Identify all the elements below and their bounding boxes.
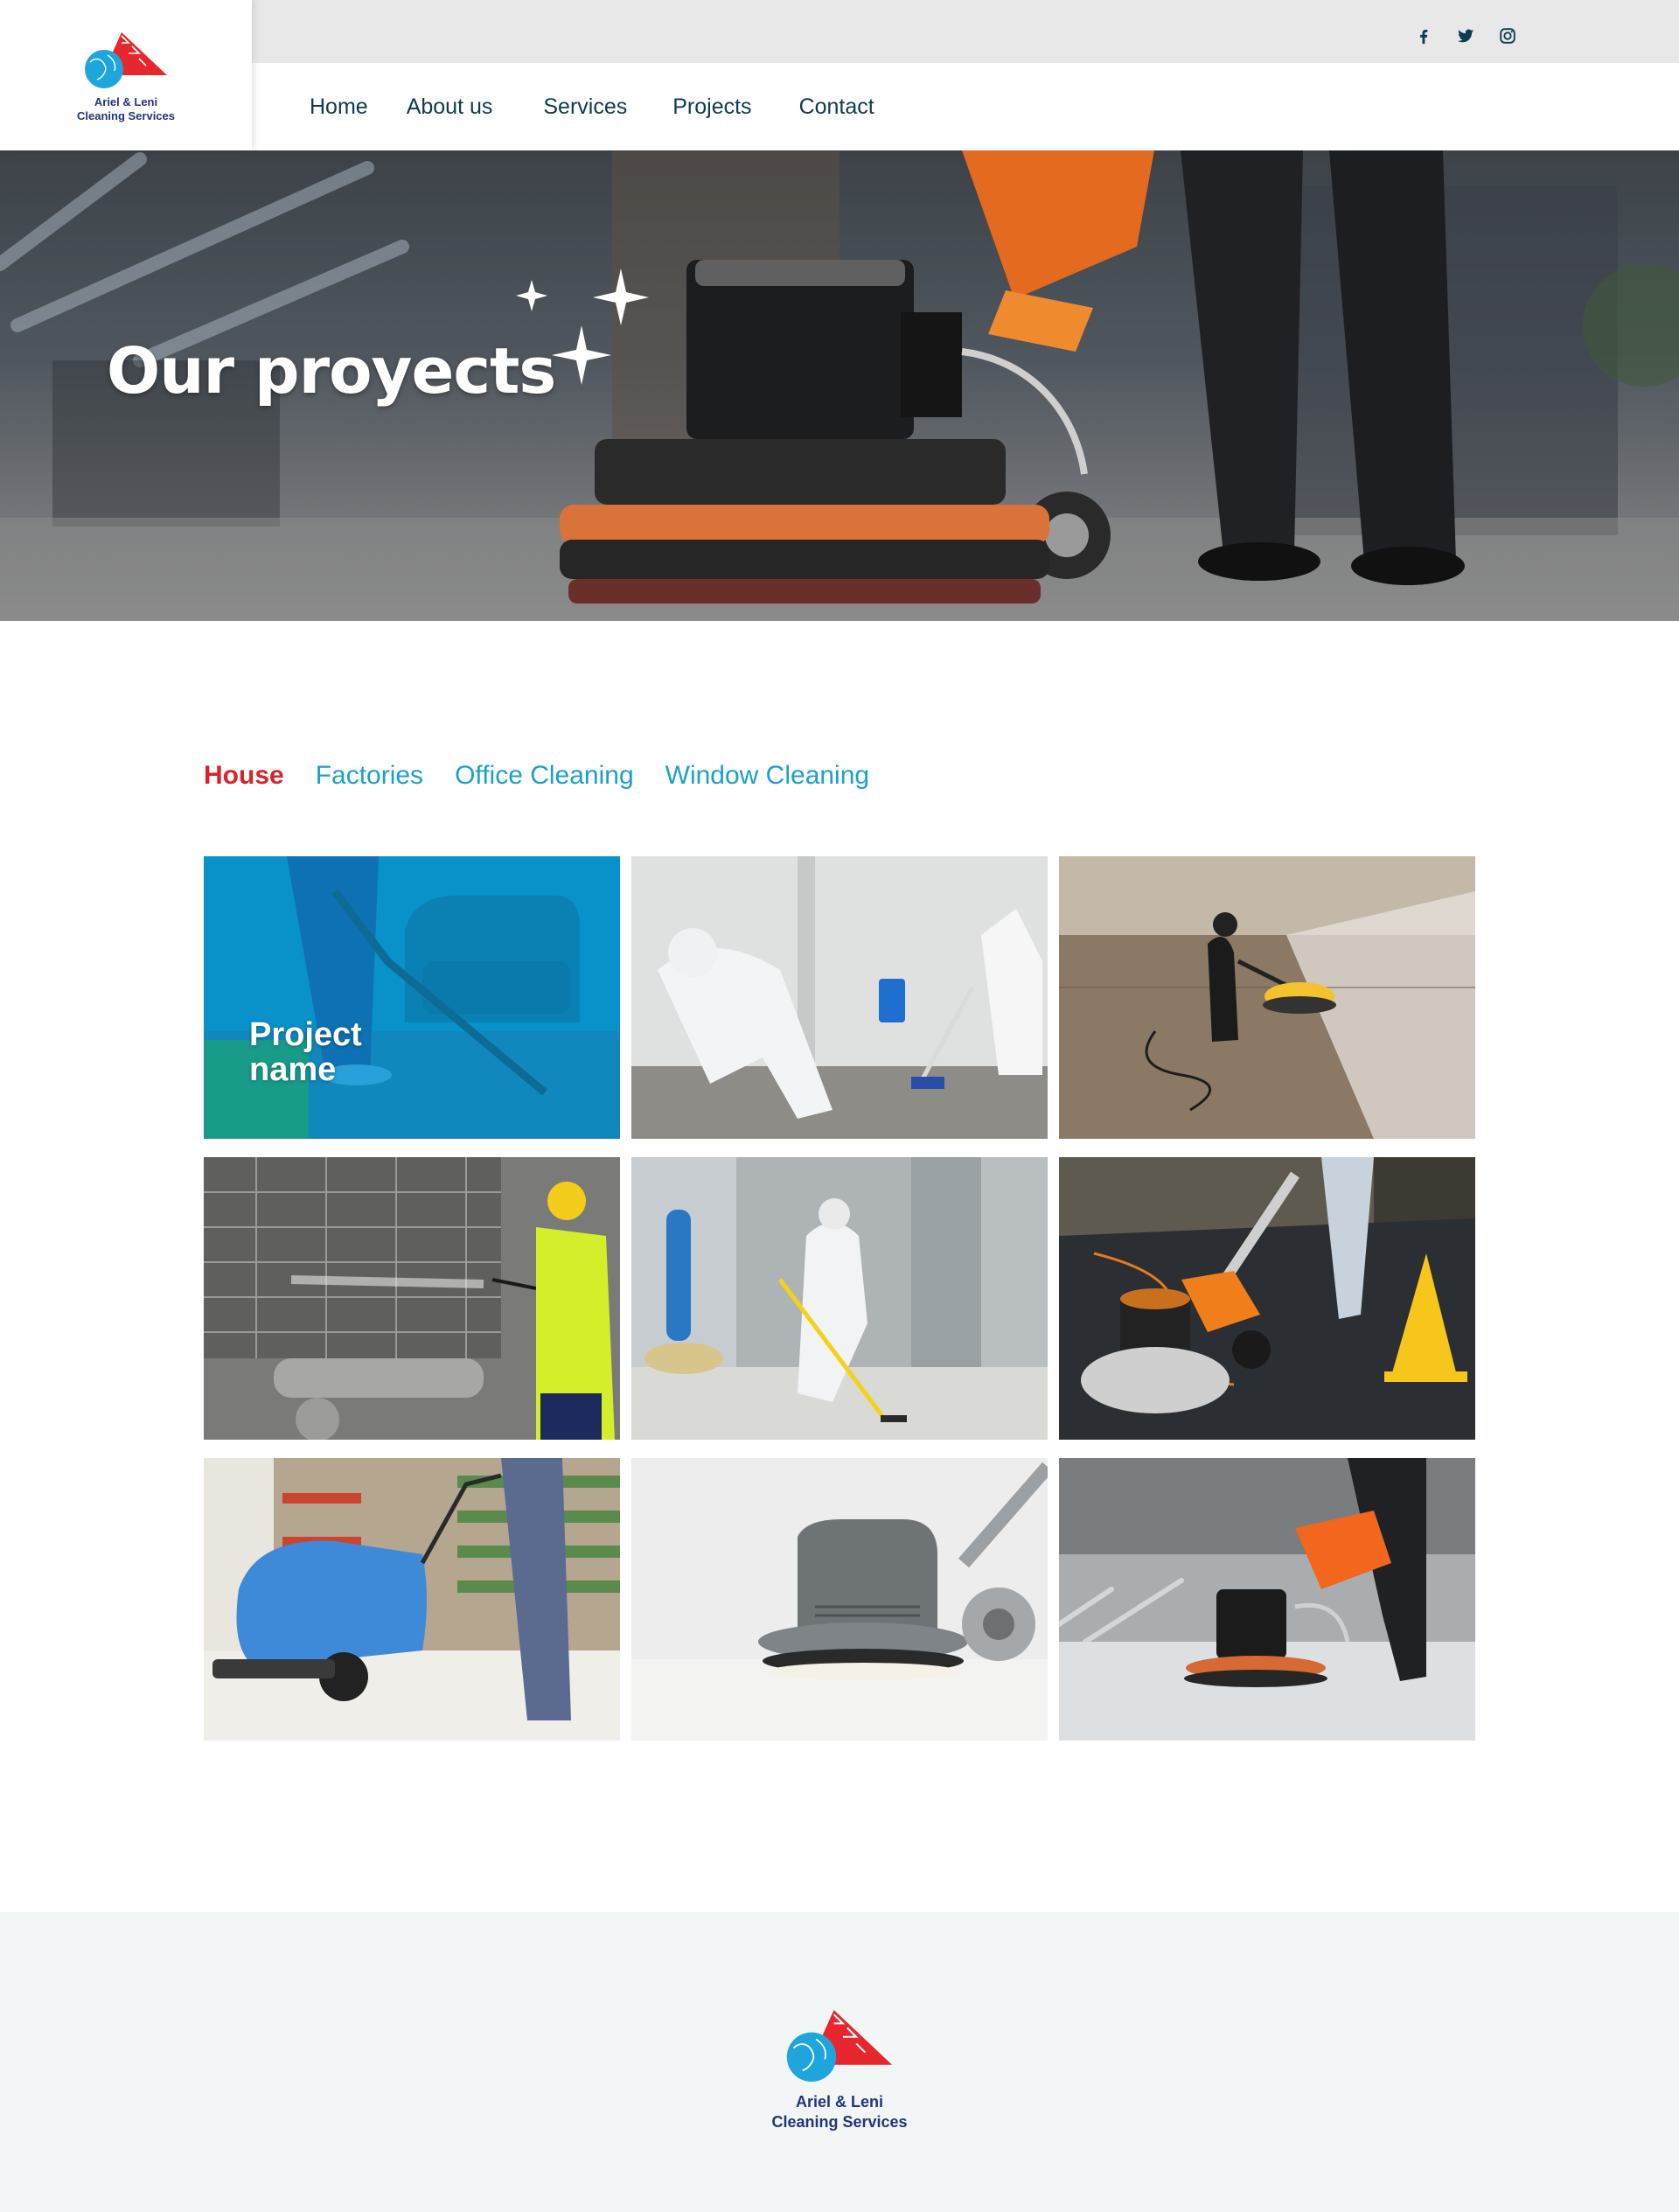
- project-tile[interactable]: [631, 856, 1048, 1139]
- header-logo[interactable]: Ariel & Leni Cleaning Services: [0, 0, 252, 150]
- filter-tab-window-cleaning[interactable]: Window Cleaning: [665, 761, 869, 791]
- project-tile[interactable]: Project name: [204, 856, 620, 1139]
- project-image: [1059, 1458, 1475, 1741]
- footer-logo-line-1: Ariel & Leni: [795, 2093, 883, 2111]
- project-tile[interactable]: [1059, 856, 1475, 1139]
- project-tile[interactable]: [631, 1458, 1048, 1741]
- project-tile[interactable]: [631, 1157, 1048, 1440]
- project-tile[interactable]: [1059, 1458, 1475, 1741]
- project-gallery: Project name: [204, 856, 1475, 1741]
- logo-line-2: Cleaning Services: [77, 109, 175, 122]
- project-image: [204, 1458, 620, 1741]
- footer-logo[interactable]: Ariel & Leni Cleaning Services: [752, 2003, 927, 2132]
- project-filter-tabs: House Factories Office Cleaning Window C…: [204, 761, 901, 791]
- project-tile[interactable]: [204, 1157, 620, 1440]
- logo-line-1: Ariel & Leni: [94, 94, 158, 108]
- project-name-label: Project name: [249, 1016, 362, 1088]
- twitter-icon[interactable]: [1456, 26, 1475, 45]
- footer-logo-text: Ariel & Leni Cleaning Services: [771, 2092, 907, 2132]
- nav-services[interactable]: Services: [543, 94, 627, 120]
- project-image: [1059, 1157, 1475, 1440]
- nav-projects[interactable]: Projects: [672, 94, 751, 120]
- project-tile[interactable]: [1059, 1157, 1475, 1440]
- nav-about-us[interactable]: About us: [407, 94, 493, 120]
- filter-tab-factories[interactable]: Factories: [316, 761, 423, 791]
- facebook-icon[interactable]: [1414, 26, 1433, 45]
- project-image: [631, 1458, 1048, 1741]
- project-tile[interactable]: [204, 1458, 620, 1741]
- logo-mark-icon: [786, 2010, 893, 2082]
- social-links: [1414, 26, 1517, 45]
- nav-items: Home About us Services Projects Contact: [310, 94, 874, 120]
- filter-tab-office-cleaning[interactable]: Office Cleaning: [455, 761, 634, 791]
- filter-tab-house[interactable]: House: [204, 761, 284, 791]
- nav-home[interactable]: Home: [310, 94, 368, 120]
- hero-banner: Our proyects: [0, 150, 1679, 621]
- main-nav: Home About us Services Projects Contact: [0, 63, 1679, 150]
- logo-text: Ariel & Leni Cleaning Services: [77, 95, 175, 124]
- logo-mark-icon: [85, 31, 167, 88]
- nav-contact[interactable]: Contact: [799, 94, 874, 120]
- project-image: [631, 1157, 1048, 1440]
- hero-title: Our proyects: [107, 334, 556, 408]
- project-image: [204, 1157, 620, 1440]
- instagram-icon[interactable]: [1498, 26, 1517, 45]
- project-image: [631, 856, 1048, 1139]
- footer-logo-line-2: Cleaning Services: [771, 2112, 908, 2131]
- top-bar: [0, 0, 1679, 63]
- project-image: [1059, 856, 1475, 1139]
- project-image: [204, 856, 620, 1139]
